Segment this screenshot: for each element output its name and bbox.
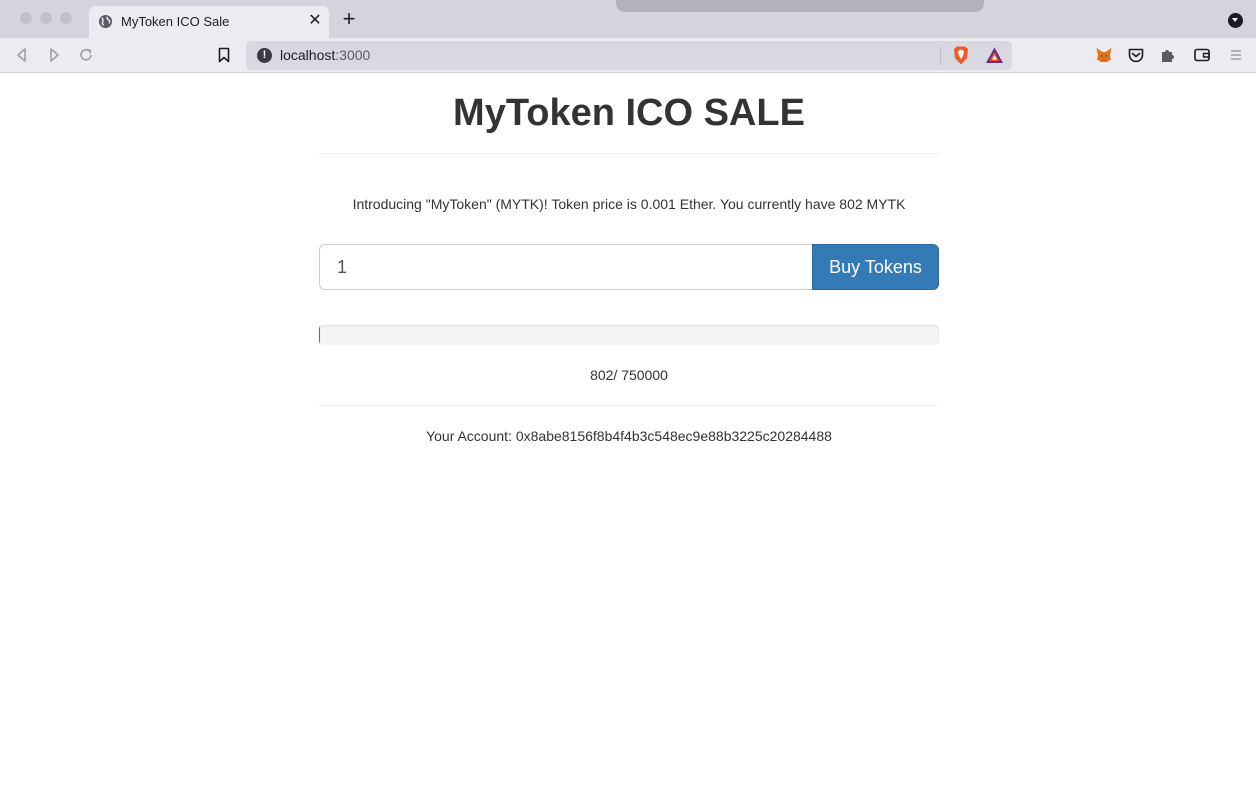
reload-icon[interactable] xyxy=(77,46,95,64)
tab-drag-indicator xyxy=(616,0,984,12)
new-tab-button[interactable]: + xyxy=(340,8,358,30)
pocket-icon[interactable] xyxy=(1127,46,1145,64)
address-bar[interactable]: ! localhost:3000 xyxy=(246,41,1012,70)
wallet-icon[interactable] xyxy=(1193,46,1211,64)
buy-form: Buy Tokens xyxy=(319,244,939,290)
header-divider xyxy=(319,153,939,154)
menu-icon[interactable] xyxy=(1227,46,1245,64)
bookmark-icon[interactable] xyxy=(215,46,233,64)
tokens-sold-text: 802/ 750000 xyxy=(590,367,668,383)
tab-mytoken[interactable]: MyToken ICO Sale ✕ xyxy=(89,6,329,38)
zoom-window-button[interactable] xyxy=(60,12,72,24)
brave-shields-icon[interactable] xyxy=(951,45,971,66)
tab-title: MyToken ICO Sale xyxy=(121,14,230,29)
intro-text: Introducing "MyToken" (MYTK)! Token pric… xyxy=(352,196,906,212)
metamask-icon[interactable] xyxy=(1095,46,1113,64)
buy-tokens-button[interactable]: Buy Tokens xyxy=(812,244,939,290)
url-port: :3000 xyxy=(335,47,371,63)
globe-icon xyxy=(98,14,113,29)
url-separator xyxy=(940,47,941,65)
navigation-toolbar: ! localhost:3000 xyxy=(0,38,1256,73)
back-icon[interactable] xyxy=(13,46,31,64)
close-tab-icon[interactable]: ✕ xyxy=(307,13,323,29)
minimize-window-button[interactable] xyxy=(40,12,52,24)
close-window-button[interactable] xyxy=(20,12,32,24)
account-text: Your Account: 0x8abe8156f8b4f4b3c548ec9e… xyxy=(426,428,832,444)
extensions-icon[interactable] xyxy=(1159,46,1177,64)
url-host: localhost xyxy=(280,47,336,63)
url-text[interactable]: localhost:3000 xyxy=(280,47,370,63)
list-all-tabs-icon[interactable] xyxy=(1228,13,1243,28)
tab-strip: MyToken ICO Sale ✕ + xyxy=(0,0,1256,38)
page-content: MyToken ICO SALE Introducing "MyToken" (… xyxy=(0,74,1256,786)
sale-progress-bar xyxy=(319,325,320,345)
bat-rewards-icon[interactable] xyxy=(985,46,1004,65)
forward-icon[interactable] xyxy=(45,46,63,64)
info-icon[interactable]: ! xyxy=(257,48,272,63)
token-quantity-input[interactable] xyxy=(319,244,813,290)
footer-divider xyxy=(319,405,939,406)
sale-progress xyxy=(319,325,939,345)
page-title: MyToken ICO SALE xyxy=(453,92,805,134)
